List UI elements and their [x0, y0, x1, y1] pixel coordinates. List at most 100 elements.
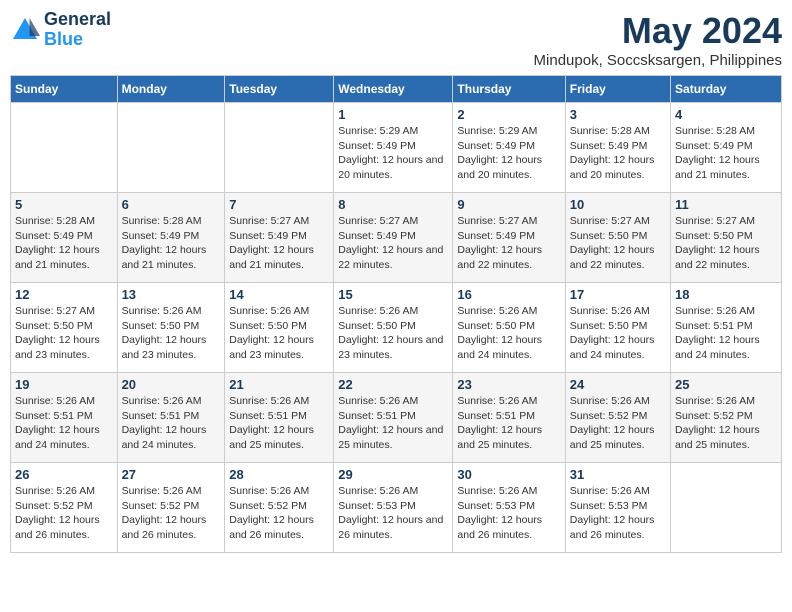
day-number: 23	[457, 377, 560, 392]
day-info: Sunrise: 5:26 AMSunset: 5:51 PMDaylight:…	[15, 394, 113, 453]
day-info: Sunrise: 5:28 AMSunset: 5:49 PMDaylight:…	[675, 124, 777, 183]
calendar-cell: 6 Sunrise: 5:28 AMSunset: 5:49 PMDayligh…	[117, 193, 225, 283]
day-info: Sunrise: 5:26 AMSunset: 5:52 PMDaylight:…	[229, 484, 329, 543]
subtitle: Mindupok, Soccsksargen, Philippines	[534, 52, 782, 69]
day-info: Sunrise: 5:27 AMSunset: 5:49 PMDaylight:…	[457, 214, 560, 273]
day-info: Sunrise: 5:26 AMSunset: 5:51 PMDaylight:…	[229, 394, 329, 453]
calendar-cell: 4 Sunrise: 5:28 AMSunset: 5:49 PMDayligh…	[671, 103, 782, 193]
calendar-cell: 15 Sunrise: 5:26 AMSunset: 5:50 PMDaylig…	[334, 283, 453, 373]
column-header-sunday: Sunday	[11, 76, 118, 103]
column-header-tuesday: Tuesday	[225, 76, 334, 103]
calendar-week-5: 26 Sunrise: 5:26 AMSunset: 5:52 PMDaylig…	[11, 463, 782, 553]
day-info: Sunrise: 5:26 AMSunset: 5:50 PMDaylight:…	[338, 304, 448, 363]
calendar-cell: 7 Sunrise: 5:27 AMSunset: 5:49 PMDayligh…	[225, 193, 334, 283]
day-number: 16	[457, 287, 560, 302]
column-header-friday: Friday	[565, 76, 670, 103]
day-number: 21	[229, 377, 329, 392]
calendar-week-1: 1 Sunrise: 5:29 AMSunset: 5:49 PMDayligh…	[11, 103, 782, 193]
day-info: Sunrise: 5:26 AMSunset: 5:51 PMDaylight:…	[338, 394, 448, 453]
day-info: Sunrise: 5:26 AMSunset: 5:51 PMDaylight:…	[457, 394, 560, 453]
calendar-cell: 8 Sunrise: 5:27 AMSunset: 5:49 PMDayligh…	[334, 193, 453, 283]
calendar-cell: 18 Sunrise: 5:26 AMSunset: 5:51 PMDaylig…	[671, 283, 782, 373]
calendar-cell	[225, 103, 334, 193]
day-number: 30	[457, 467, 560, 482]
calendar-cell: 24 Sunrise: 5:26 AMSunset: 5:52 PMDaylig…	[565, 373, 670, 463]
calendar-cell: 2 Sunrise: 5:29 AMSunset: 5:49 PMDayligh…	[453, 103, 565, 193]
day-number: 19	[15, 377, 113, 392]
day-number: 2	[457, 107, 560, 122]
day-info: Sunrise: 5:28 AMSunset: 5:49 PMDaylight:…	[122, 214, 221, 273]
calendar-cell: 30 Sunrise: 5:26 AMSunset: 5:53 PMDaylig…	[453, 463, 565, 553]
day-info: Sunrise: 5:26 AMSunset: 5:50 PMDaylight:…	[122, 304, 221, 363]
day-info: Sunrise: 5:28 AMSunset: 5:49 PMDaylight:…	[15, 214, 113, 273]
day-info: Sunrise: 5:26 AMSunset: 5:50 PMDaylight:…	[570, 304, 666, 363]
day-info: Sunrise: 5:27 AMSunset: 5:50 PMDaylight:…	[15, 304, 113, 363]
day-info: Sunrise: 5:26 AMSunset: 5:52 PMDaylight:…	[675, 394, 777, 453]
calendar-cell: 31 Sunrise: 5:26 AMSunset: 5:53 PMDaylig…	[565, 463, 670, 553]
day-info: Sunrise: 5:27 AMSunset: 5:49 PMDaylight:…	[338, 214, 448, 273]
day-info: Sunrise: 5:26 AMSunset: 5:51 PMDaylight:…	[122, 394, 221, 453]
day-info: Sunrise: 5:26 AMSunset: 5:53 PMDaylight:…	[570, 484, 666, 543]
calendar-cell: 5 Sunrise: 5:28 AMSunset: 5:49 PMDayligh…	[11, 193, 118, 283]
day-number: 12	[15, 287, 113, 302]
calendar-cell: 9 Sunrise: 5:27 AMSunset: 5:49 PMDayligh…	[453, 193, 565, 283]
calendar-cell: 25 Sunrise: 5:26 AMSunset: 5:52 PMDaylig…	[671, 373, 782, 463]
calendar-cell	[117, 103, 225, 193]
day-info: Sunrise: 5:26 AMSunset: 5:53 PMDaylight:…	[338, 484, 448, 543]
logo-icon	[10, 15, 40, 45]
day-number: 15	[338, 287, 448, 302]
calendar-cell: 14 Sunrise: 5:26 AMSunset: 5:50 PMDaylig…	[225, 283, 334, 373]
day-number: 25	[675, 377, 777, 392]
day-info: Sunrise: 5:29 AMSunset: 5:49 PMDaylight:…	[338, 124, 448, 183]
day-info: Sunrise: 5:26 AMSunset: 5:52 PMDaylight:…	[122, 484, 221, 543]
main-title: May 2024	[534, 10, 782, 52]
day-number: 29	[338, 467, 448, 482]
calendar-cell: 1 Sunrise: 5:29 AMSunset: 5:49 PMDayligh…	[334, 103, 453, 193]
calendar-cell	[671, 463, 782, 553]
day-number: 14	[229, 287, 329, 302]
calendar-cell: 17 Sunrise: 5:26 AMSunset: 5:50 PMDaylig…	[565, 283, 670, 373]
calendar-cell	[11, 103, 118, 193]
day-info: Sunrise: 5:26 AMSunset: 5:52 PMDaylight:…	[15, 484, 113, 543]
calendar-cell: 16 Sunrise: 5:26 AMSunset: 5:50 PMDaylig…	[453, 283, 565, 373]
day-number: 27	[122, 467, 221, 482]
page-header: General Blue May 2024 Mindupok, Soccsksa…	[10, 10, 782, 69]
calendar-cell: 13 Sunrise: 5:26 AMSunset: 5:50 PMDaylig…	[117, 283, 225, 373]
day-number: 5	[15, 197, 113, 212]
day-info: Sunrise: 5:26 AMSunset: 5:50 PMDaylight:…	[457, 304, 560, 363]
calendar-cell: 23 Sunrise: 5:26 AMSunset: 5:51 PMDaylig…	[453, 373, 565, 463]
calendar-week-4: 19 Sunrise: 5:26 AMSunset: 5:51 PMDaylig…	[11, 373, 782, 463]
day-info: Sunrise: 5:27 AMSunset: 5:50 PMDaylight:…	[675, 214, 777, 273]
calendar-cell: 20 Sunrise: 5:26 AMSunset: 5:51 PMDaylig…	[117, 373, 225, 463]
calendar-cell: 29 Sunrise: 5:26 AMSunset: 5:53 PMDaylig…	[334, 463, 453, 553]
day-info: Sunrise: 5:26 AMSunset: 5:51 PMDaylight:…	[675, 304, 777, 363]
day-number: 7	[229, 197, 329, 212]
calendar-cell: 3 Sunrise: 5:28 AMSunset: 5:49 PMDayligh…	[565, 103, 670, 193]
day-number: 20	[122, 377, 221, 392]
column-header-monday: Monday	[117, 76, 225, 103]
day-info: Sunrise: 5:27 AMSunset: 5:50 PMDaylight:…	[570, 214, 666, 273]
day-number: 10	[570, 197, 666, 212]
logo-text: General Blue	[44, 10, 111, 50]
day-info: Sunrise: 5:26 AMSunset: 5:50 PMDaylight:…	[229, 304, 329, 363]
column-header-thursday: Thursday	[453, 76, 565, 103]
title-area: May 2024 Mindupok, Soccsksargen, Philipp…	[534, 10, 782, 69]
calendar-cell: 21 Sunrise: 5:26 AMSunset: 5:51 PMDaylig…	[225, 373, 334, 463]
day-number: 13	[122, 287, 221, 302]
day-number: 3	[570, 107, 666, 122]
calendar-table: SundayMondayTuesdayWednesdayThursdayFrid…	[10, 75, 782, 553]
calendar-header: SundayMondayTuesdayWednesdayThursdayFrid…	[11, 76, 782, 103]
column-header-saturday: Saturday	[671, 76, 782, 103]
day-number: 18	[675, 287, 777, 302]
day-info: Sunrise: 5:27 AMSunset: 5:49 PMDaylight:…	[229, 214, 329, 273]
day-number: 6	[122, 197, 221, 212]
day-info: Sunrise: 5:29 AMSunset: 5:49 PMDaylight:…	[457, 124, 560, 183]
day-info: Sunrise: 5:28 AMSunset: 5:49 PMDaylight:…	[570, 124, 666, 183]
day-info: Sunrise: 5:26 AMSunset: 5:52 PMDaylight:…	[570, 394, 666, 453]
day-number: 8	[338, 197, 448, 212]
calendar-cell: 22 Sunrise: 5:26 AMSunset: 5:51 PMDaylig…	[334, 373, 453, 463]
day-number: 4	[675, 107, 777, 122]
day-number: 11	[675, 197, 777, 212]
day-number: 1	[338, 107, 448, 122]
calendar-cell: 12 Sunrise: 5:27 AMSunset: 5:50 PMDaylig…	[11, 283, 118, 373]
